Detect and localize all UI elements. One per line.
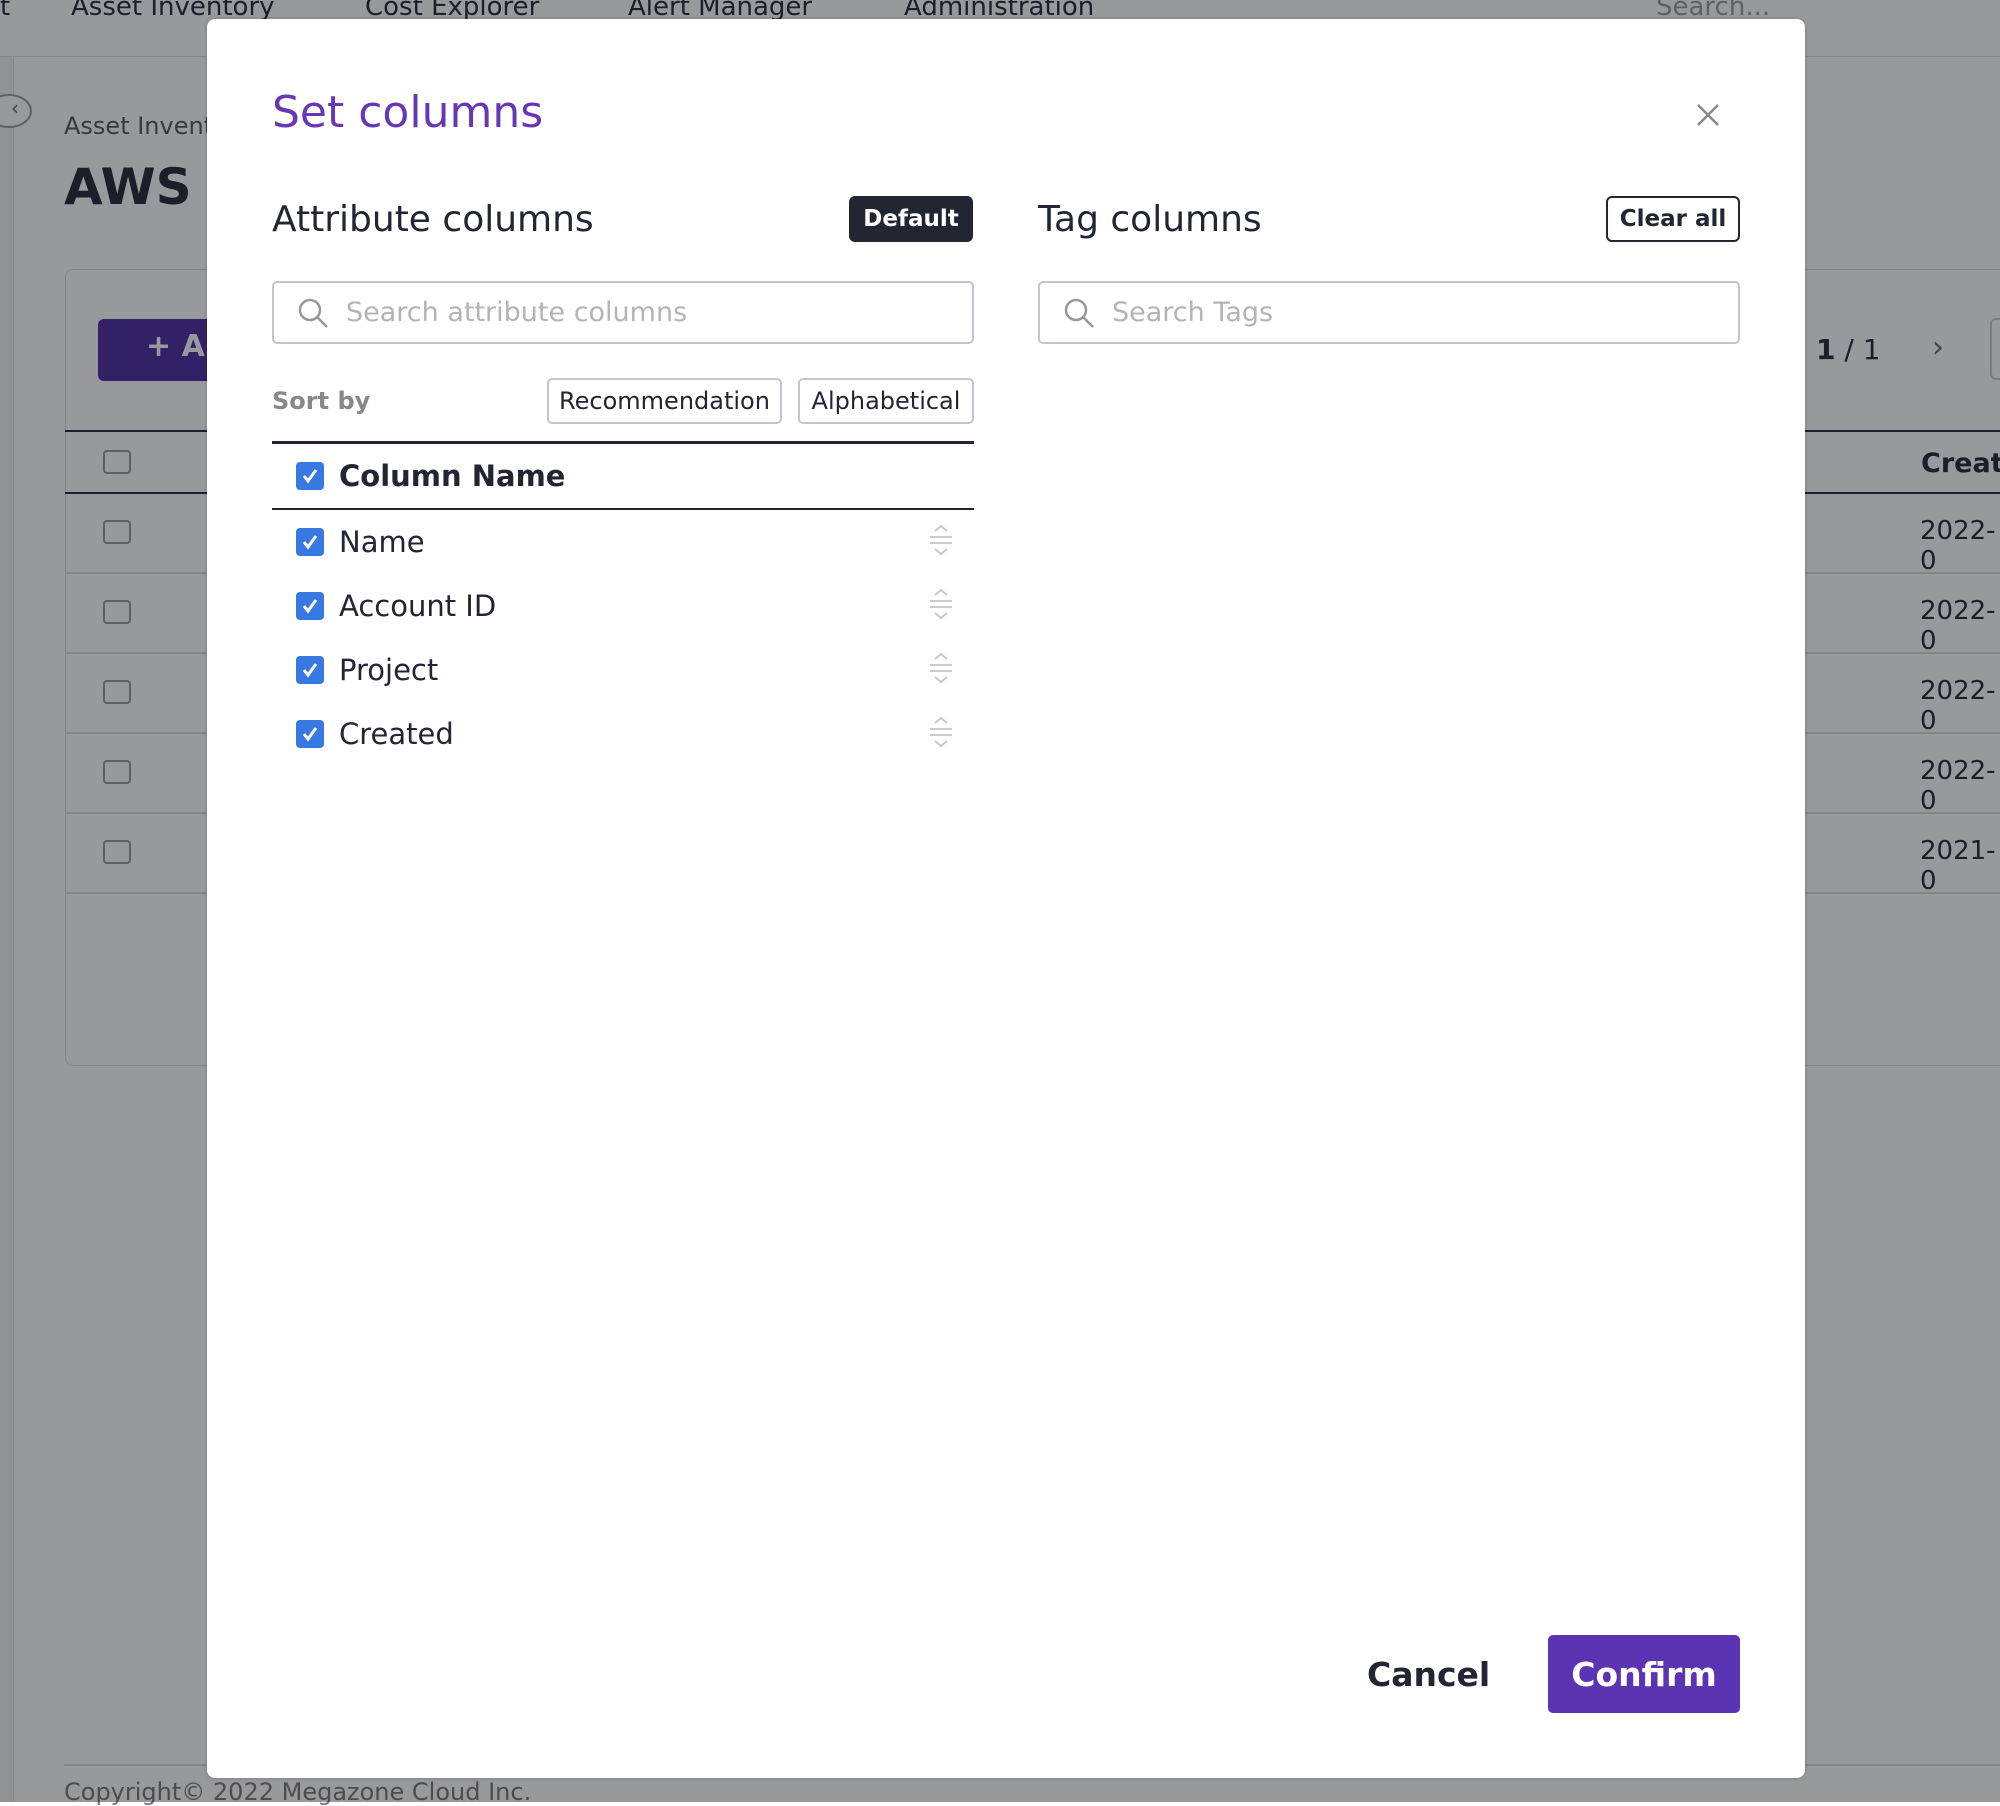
modal-title: Set columns <box>272 87 544 138</box>
cancel-button[interactable]: Cancel <box>1367 1655 1490 1694</box>
column-item[interactable]: Project <box>272 638 974 702</box>
drag-handle-icon[interactable] <box>928 652 954 688</box>
column-item[interactable]: Name <box>272 510 974 574</box>
tag-search-field[interactable] <box>1038 281 1740 344</box>
column-label: Created <box>339 717 454 751</box>
tag-columns-heading: Tag columns <box>1038 199 1262 240</box>
set-columns-modal: Set columns Attribute columns Default So… <box>207 19 1805 1778</box>
column-label: Name <box>339 525 425 559</box>
attribute-search-input[interactable] <box>346 297 887 328</box>
confirm-button[interactable]: Confirm <box>1548 1635 1740 1713</box>
column-checkbox[interactable] <box>296 656 324 684</box>
drag-handle-icon[interactable] <box>928 524 954 560</box>
column-label: Account ID <box>339 589 497 623</box>
search-icon <box>1064 298 1094 328</box>
tag-search-input[interactable] <box>1112 297 1653 328</box>
sort-recommendation-button[interactable]: Recommendation <box>547 378 782 424</box>
column-checkbox[interactable] <box>296 528 324 556</box>
drag-handle-icon[interactable] <box>928 588 954 624</box>
column-name-label: Column Name <box>339 459 566 493</box>
column-item[interactable]: Created <box>272 702 974 766</box>
attribute-columns-heading: Attribute columns <box>272 199 594 240</box>
select-all-columns-checkbox[interactable] <box>296 462 324 490</box>
close-icon[interactable] <box>1692 99 1724 131</box>
default-button[interactable]: Default <box>849 196 973 242</box>
attribute-search-field[interactable] <box>272 281 974 344</box>
clear-all-button[interactable]: Clear all <box>1606 196 1740 242</box>
drag-handle-icon[interactable] <box>928 716 954 752</box>
sort-by-label: Sort by <box>272 387 371 415</box>
column-checkbox[interactable] <box>296 720 324 748</box>
sort-alphabetical-button[interactable]: Alphabetical <box>798 378 974 424</box>
column-item[interactable]: Account ID <box>272 574 974 638</box>
column-name-header[interactable]: Column Name <box>272 444 974 508</box>
search-icon <box>298 298 328 328</box>
column-label: Project <box>339 653 439 687</box>
column-checkbox[interactable] <box>296 592 324 620</box>
